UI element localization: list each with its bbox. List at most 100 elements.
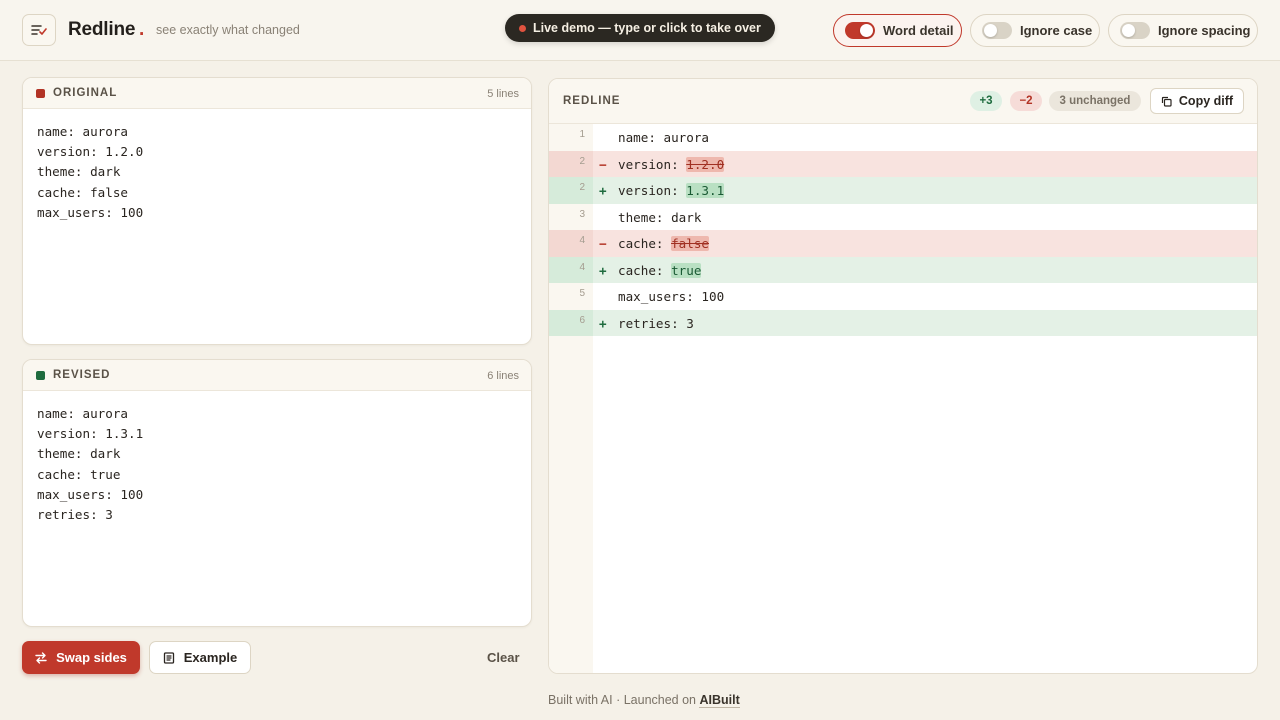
original-header: ORIGINAL 5 lines xyxy=(23,78,531,109)
live-demo-text: Live demo — type or click to take over xyxy=(533,21,761,35)
added-count-badge: +3 xyxy=(970,91,1002,111)
menu-button[interactable] xyxy=(22,14,56,46)
code-line: version: 1.3.1 xyxy=(37,426,144,442)
footer: Built with AI · Launched on AIBuilt xyxy=(548,693,740,708)
copy-icon xyxy=(1161,96,1172,107)
redline-title: REDLINE xyxy=(563,95,621,107)
plus-icon: + xyxy=(599,315,607,331)
diff-row-added: 4 + cache: true xyxy=(549,256,1257,283)
diff-line-prefix: theme: dark xyxy=(618,209,702,225)
line-number: 3 xyxy=(579,208,585,220)
revised-header: REVISED 6 lines xyxy=(23,360,531,391)
toggle-switch-icon xyxy=(982,22,1012,39)
live-demo-banner[interactable]: Live demo — type or click to take over xyxy=(505,14,775,42)
original-line-count: 5 lines xyxy=(487,88,519,100)
brand-name: Redline xyxy=(68,19,136,40)
example-label: Example xyxy=(183,650,238,665)
example-button[interactable]: Example xyxy=(149,641,251,674)
diff-line-text: name: aurora xyxy=(618,130,709,145)
removed-count-badge: −2 xyxy=(1010,91,1042,111)
live-dot-icon xyxy=(519,25,526,32)
diff-line-text: max_users: 100 xyxy=(618,289,724,304)
redline-header: REDLINE +3 −2 3 unchanged Copy diff xyxy=(549,79,1257,124)
ignore-spacing-toggle[interactable]: Ignore spacing xyxy=(1108,14,1258,47)
code-line: max_users: 100 xyxy=(37,486,144,502)
diff-line-text: theme: dark xyxy=(618,210,701,225)
unchanged-count-badge: 3 unchanged xyxy=(1049,91,1141,111)
line-number: 5 xyxy=(579,288,585,299)
brand-dot: . xyxy=(139,19,145,40)
added-word: 1.3.1 xyxy=(686,183,725,198)
tagline: see exactly what changed xyxy=(156,23,300,37)
top-bar: Redline . see exactly what changed Live … xyxy=(0,0,1280,61)
toggle-label: Word detail xyxy=(883,23,954,38)
diff-line-prefix: cache: xyxy=(618,262,672,278)
diff-row-removed: 2− version: 1.2.0 xyxy=(549,150,1257,177)
diff-row-added: 6 + retries: 3 xyxy=(549,309,1257,336)
diff-line-text: cache: true xyxy=(618,262,702,278)
swap-icon xyxy=(35,651,47,664)
toggle-switch-icon xyxy=(1120,22,1150,39)
clear-button[interactable]: Clear xyxy=(487,650,520,665)
diff-line-text: cache: false xyxy=(618,236,709,251)
code-line: name: aurora xyxy=(37,406,128,421)
diff-line-text: version: 1.2.0 xyxy=(618,156,725,172)
line-number: 4 xyxy=(549,256,593,283)
menu-check-icon xyxy=(31,25,47,35)
ignore-case-toggle[interactable]: Ignore case xyxy=(970,14,1100,47)
diff-line-text: version: 1.3.1 xyxy=(618,183,725,198)
footer-text: Built with AI · Launched on xyxy=(548,693,700,707)
original-panel: ORIGINAL 5 lines name: aurora version: 1.… xyxy=(22,77,532,345)
added-word: true xyxy=(671,262,702,278)
code-line: theme: dark xyxy=(37,164,121,180)
diff-line-prefix: name: aurora xyxy=(618,130,709,145)
diff-line-prefix: version: xyxy=(618,183,687,198)
diff-line-prefix: version: xyxy=(618,156,687,172)
swap-label: Swap sides xyxy=(56,650,127,665)
redline-panel: REDLINE +3 −2 3 unchanged Copy diff 1 nam… xyxy=(548,78,1258,674)
aibuilt-link[interactable]: AIBuilt xyxy=(699,693,740,708)
word-detail-toggle[interactable]: Word detail xyxy=(833,14,962,47)
code-line: name: aurora xyxy=(37,124,128,139)
original-title: ORIGINAL xyxy=(53,87,118,99)
line-number: 2 xyxy=(549,150,593,177)
revised-color-marker xyxy=(36,371,45,380)
plus-icon: + xyxy=(599,183,607,198)
diff-row-unchanged: 5 max_users: 100 xyxy=(549,283,1257,310)
diff-line-text: retries: 3 xyxy=(618,316,694,331)
document-icon xyxy=(163,651,174,664)
line-number: 1 xyxy=(579,129,585,140)
line-number: 6 xyxy=(549,309,593,336)
removed-word: false xyxy=(671,236,709,251)
diff-row-unchanged: 1 name: aurora xyxy=(549,124,1257,151)
line-number: 2 xyxy=(549,177,593,204)
code-line: theme: dark xyxy=(37,446,121,462)
diff-row-added: 2 + version: 1.3.1 xyxy=(549,177,1257,204)
code-line: max_users: 100 xyxy=(37,204,144,220)
diff-row-removed: 4− cache: false xyxy=(549,230,1257,257)
minus-icon: − xyxy=(599,236,607,251)
removed-word: 1.2.0 xyxy=(686,156,725,172)
toggle-label: Ignore case xyxy=(1020,23,1093,38)
original-textarea[interactable]: name: aurora version: 1.2.0 theme: dark cac… xyxy=(23,109,531,236)
diff-line-prefix: max_users: 100 xyxy=(618,289,725,304)
code-line: cache: true xyxy=(37,466,121,482)
swap-sides-button[interactable]: Swap sides xyxy=(22,641,140,674)
diff-lines: 1 name: aurora 2− version: 1.2.0 2 + version: … xyxy=(549,124,1257,336)
code-line: version: 1.2.0 xyxy=(37,144,144,160)
revised-textarea[interactable]: name: aurora version: 1.3.1 theme: dark cac… xyxy=(23,391,531,538)
revised-title: REVISED xyxy=(53,369,111,381)
plus-icon: + xyxy=(599,262,607,278)
line-number: 4 xyxy=(549,230,593,257)
revised-panel: REVISED 6 lines name: aurora version: 1.3… xyxy=(22,359,532,627)
copy-diff-label: Copy diff xyxy=(1178,94,1234,108)
copy-diff-button[interactable]: Copy diff xyxy=(1150,88,1244,114)
toggle-switch-icon xyxy=(845,22,875,39)
code-line: cache: false xyxy=(37,184,128,200)
code-line: retries: 3 xyxy=(37,507,113,523)
diff-line-prefix: cache: xyxy=(618,236,672,251)
revised-line-count: 6 lines xyxy=(487,370,519,382)
original-color-marker xyxy=(36,89,45,98)
minus-icon: − xyxy=(599,156,607,172)
diff-row-unchanged: 3 theme: dark xyxy=(549,204,1257,231)
